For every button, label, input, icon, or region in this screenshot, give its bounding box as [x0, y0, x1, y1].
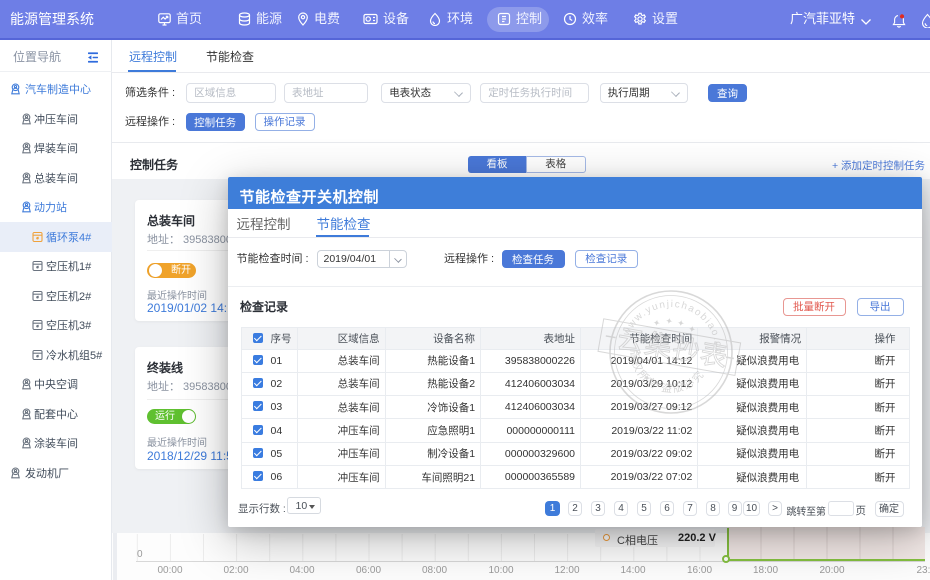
- svg-text:✦: ✦: [687, 324, 697, 335]
- svg-text:✦: ✦: [676, 318, 686, 329]
- svg-text:✦: ✦: [652, 317, 662, 328]
- svg-text:✦: ✦: [665, 316, 675, 327]
